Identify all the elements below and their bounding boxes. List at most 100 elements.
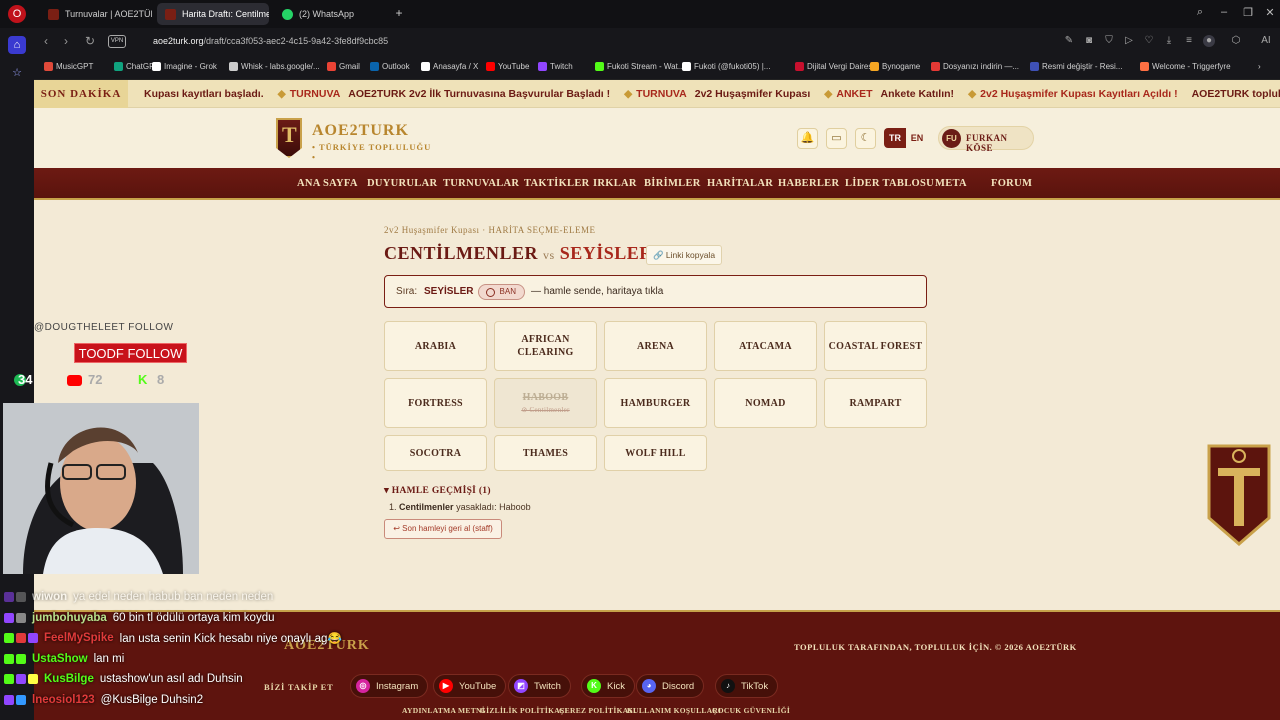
chat-badge-icon [28, 633, 38, 643]
nav-item-li̇der-tablosu[interactable]: LİDER TABLOSU [845, 178, 934, 189]
bookmark-item[interactable]: Fukoti Stream - Wat... [595, 62, 685, 71]
edit-icon[interactable]: ✎ [1063, 35, 1075, 47]
ticker-item[interactable]: Kupası kayıtları başladı. [144, 88, 264, 100]
download-icon[interactable]: ⤓ [1163, 35, 1175, 47]
footer-link[interactable]: ÇOCUK GÜVENLİĞİ [712, 706, 790, 715]
display-mode-icon[interactable]: ▭ [826, 128, 847, 149]
site-logo[interactable]: T AOE2TURK • TÜRKİYE TOPLULUĞU • [276, 116, 436, 162]
nav-item-turnuvalar[interactable]: TURNUVALAR [443, 178, 519, 189]
nav-item-hari̇talar[interactable]: HARİTALAR [707, 178, 773, 189]
vpn-badge[interactable]: VPN [108, 35, 126, 48]
bookmark-item[interactable]: Gmail [327, 62, 360, 71]
ticker-text[interactable]: Kupası kayıtları başladı. ◆ TURNUVA AOE2TUR… [144, 88, 1280, 100]
bookmark-item[interactable]: Whisk - labs.google/... [229, 62, 320, 71]
nav-item-takti̇kler[interactable]: TAKTİKLER [524, 178, 590, 189]
url-field[interactable]: aoe2turk.org/draft/cca3f053-aec2-4c15-9a… [153, 36, 388, 46]
ticker-item[interactable]: ◆ TURNUVA 2v2 Huşaşmifer Kupası [624, 88, 810, 100]
map-card[interactable]: ARENA [604, 321, 707, 371]
menu-icon[interactable]: ≡ [1183, 35, 1195, 47]
home-icon[interactable]: ⌂ [8, 36, 26, 54]
nav-item-ana-sayfa[interactable]: ANA SAYFA [297, 178, 358, 189]
footer-link[interactable]: AYDINLATMA METNİ [402, 706, 485, 715]
stream-chat: wiwon ya edel neden habub ban neden neden… [4, 588, 404, 718]
bookmark-item[interactable]: YouTube [486, 62, 529, 71]
bookmark-item[interactable]: Welcome - Triggerfyre [1140, 62, 1231, 71]
search-tabs-icon[interactable]: ⌕ [1192, 6, 1208, 19]
bookmark-item[interactable]: MusicGPT [44, 62, 93, 71]
bookmark-item[interactable]: Twitch [538, 62, 573, 71]
bookmark-label: Dijital Vergi Dairesi [807, 62, 875, 71]
ticker-item[interactable]: AOE2TURK topluluğu [1192, 88, 1280, 100]
new-tab-plus-icon[interactable]: + [393, 7, 405, 19]
notification-bell-icon[interactable]: 🔔 [797, 128, 818, 149]
ticker-item[interactable]: ◆ 2v2 Huşaşmifer Kupası Kayıtları Açıldı … [968, 88, 1178, 100]
bookmark-item[interactable]: Fukoti (@fukoti05) |... [682, 62, 770, 71]
dark-mode-moon-icon[interactable]: ☾ [855, 128, 876, 149]
forward-icon[interactable]: › [58, 34, 74, 48]
bookmark-item[interactable]: Dosyanızı indirin —... [931, 62, 1019, 71]
nav-item-duyurular[interactable]: DUYURULAR [367, 178, 437, 189]
move-history-toggle[interactable]: ▾ HAMLE GEÇMİŞİ (1) [384, 485, 491, 496]
tab-harita-draft[interactable]: Harita Draftı: Centilmenler [157, 3, 269, 25]
bookmarks-overflow-icon[interactable]: › [1258, 62, 1261, 71]
link-icon: 🔗 [652, 250, 666, 260]
bookmark-item[interactable]: Resmi değiştir - Resi... [1030, 62, 1122, 71]
map-card[interactable]: RAMPART [824, 378, 927, 428]
footer-link[interactable]: ÇEREZ POLİTİKASI [559, 706, 636, 715]
nav-item-haberler[interactable]: HABERLER [778, 178, 839, 189]
lang-tr-button[interactable]: TR [884, 128, 906, 148]
ban-circle-icon [486, 288, 495, 297]
bookmark-item[interactable]: Bynogame [870, 62, 920, 71]
copy-link-button[interactable]: 🔗 Linki kopyala [646, 245, 722, 265]
bookmark-item[interactable]: Imagine - Grok [152, 62, 217, 71]
twitch-icon: ◩ [514, 679, 528, 693]
nav-item-irklar[interactable]: IRKLAR [593, 178, 637, 189]
social-tiktok-button[interactable]: ♪ TikTok [715, 674, 779, 698]
map-card[interactable]: ARABIA [384, 321, 487, 371]
heart-icon[interactable]: ♡ [1143, 35, 1155, 47]
map-card[interactable]: NOMAD [714, 378, 817, 428]
social-discord-button[interactable]: ◕ Discord [636, 674, 705, 698]
ticker-item[interactable]: ◆ ANKET Ankete Katılın! [824, 88, 954, 100]
close-window-icon[interactable]: ✕ [1262, 6, 1278, 19]
camera-icon[interactable]: ◙ [1083, 35, 1095, 47]
minimize-icon[interactable]: – [1216, 6, 1232, 18]
social-twitch-button[interactable]: ◩ Twitch [508, 674, 571, 698]
nav-item-meta[interactable]: META [935, 178, 967, 189]
reload-icon[interactable]: ↻ [82, 34, 98, 48]
map-card[interactable]: WOLF HILL [604, 435, 707, 471]
undo-move-button[interactable]: ↩ Son hamleyi geri al (staff) [384, 519, 502, 539]
bookmark-item[interactable]: Outlook [370, 62, 410, 71]
map-card[interactable]: ATACAMA [714, 321, 817, 371]
social-kick-button[interactable]: K Kick [581, 674, 635, 698]
nav-item-forum[interactable]: FORUM [991, 178, 1032, 189]
extensions-icon[interactable]: ⬡ [1230, 35, 1242, 47]
social-youtube-button[interactable]: ▶ YouTube [433, 674, 507, 698]
nav-item-bi̇ri̇mler[interactable]: BİRİMLER [644, 178, 701, 189]
map-card[interactable]: COASTAL FOREST [824, 321, 927, 371]
user-menu[interactable]: FU FURKAN KÖSE [938, 126, 1034, 153]
tab-whatsapp[interactable]: (2) WhatsApp [274, 3, 392, 25]
map-card[interactable]: FORTRESS [384, 378, 487, 428]
main-nav: ANA SAYFA DUYURULAR TURNUVALAR TAKTİKLER IRK… [34, 168, 1280, 200]
map-card[interactable]: HAMBURGER [604, 378, 707, 428]
play-icon[interactable]: ▷ [1123, 35, 1135, 47]
tab-turnuvalar[interactable]: Turnuvalar | AOE2TÜRK [40, 3, 152, 25]
web-page: SON DAKİKA Kupası kayıtları başladı. ◆ TUR… [34, 80, 1280, 610]
map-card[interactable]: SOCOTRA [384, 435, 487, 471]
opera-logo-icon[interactable]: O [8, 5, 26, 23]
back-icon[interactable]: ‹ [38, 34, 54, 48]
map-card[interactable]: AFRICAN CLEARING [494, 321, 597, 371]
bookmark-item[interactable]: Anasayfa / X [421, 62, 478, 71]
ai-icon[interactable]: AI [1256, 35, 1276, 47]
footer-link[interactable]: KULLANIM KOŞULLARI [627, 706, 721, 715]
lang-en-button[interactable]: EN [906, 128, 928, 148]
map-card[interactable]: THAMES [494, 435, 597, 471]
profile-icon[interactable]: ● [1203, 35, 1215, 47]
ticker-item[interactable]: ◆ TURNUVA AOE2TURK 2v2 İlk Turnuvasına Baş… [278, 88, 610, 100]
shield-icon[interactable]: ⛉ [1103, 35, 1115, 47]
bookmark-item[interactable]: Dijital Vergi Dairesi [795, 62, 874, 71]
star-icon[interactable]: ☆ [8, 64, 26, 82]
maximize-icon[interactable]: ❐ [1240, 6, 1256, 19]
footer-link[interactable]: GİZLİLİK POLİTİKASI [480, 706, 568, 715]
